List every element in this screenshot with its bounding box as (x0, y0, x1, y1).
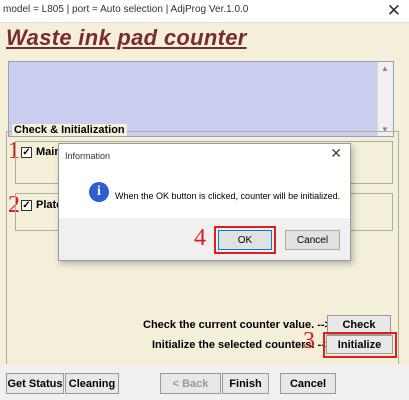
page-title: Waste ink pad counter (6, 25, 247, 50)
information-dialog: Information ✕ i When the OK button is cl… (58, 143, 351, 261)
info-icon: i (89, 182, 109, 202)
bottom-button-bar: Get Status Cleaning < Back Finish Cancel (0, 364, 409, 400)
dialog-body: i When the OK button is clicked, counter… (59, 166, 350, 218)
dialog-message: When the OK button is clicked, counter w… (115, 191, 341, 201)
check-init-group-label: Check & Initialization (12, 124, 127, 136)
initialize-highlight (323, 332, 397, 358)
get-status-button[interactable]: Get Status (6, 373, 64, 394)
cleaning-button[interactable]: Cleaning (65, 373, 119, 394)
window-titlebar: model = L805 | port = Auto selection | A… (0, 0, 409, 23)
finish-button[interactable]: Finish (222, 373, 269, 394)
window-close-icon[interactable]: ✕ (387, 0, 401, 22)
dialog-footer: 4 OK Cancel (59, 218, 350, 260)
annotation-marker-3: 3 (303, 328, 315, 354)
annotation-marker-4: 4 (194, 225, 206, 251)
main-checkbox[interactable]: ✓ (21, 147, 32, 158)
dialog-close-icon[interactable]: ✕ (330, 145, 342, 162)
plate-checkbox[interactable]: ✓ (21, 200, 32, 211)
scroll-up-icon[interactable]: ▲ (381, 64, 389, 73)
window-title: model = L805 | port = Auto selection | A… (3, 4, 249, 15)
dialog-title: Information (65, 151, 111, 161)
ok-highlight (214, 226, 276, 254)
cancel-button[interactable]: Cancel (280, 373, 336, 394)
dialog-cancel-button[interactable]: Cancel (285, 230, 340, 250)
textbox-scrollbar[interactable]: ▲ ▼ (377, 62, 393, 136)
back-button[interactable]: < Back (160, 373, 221, 394)
